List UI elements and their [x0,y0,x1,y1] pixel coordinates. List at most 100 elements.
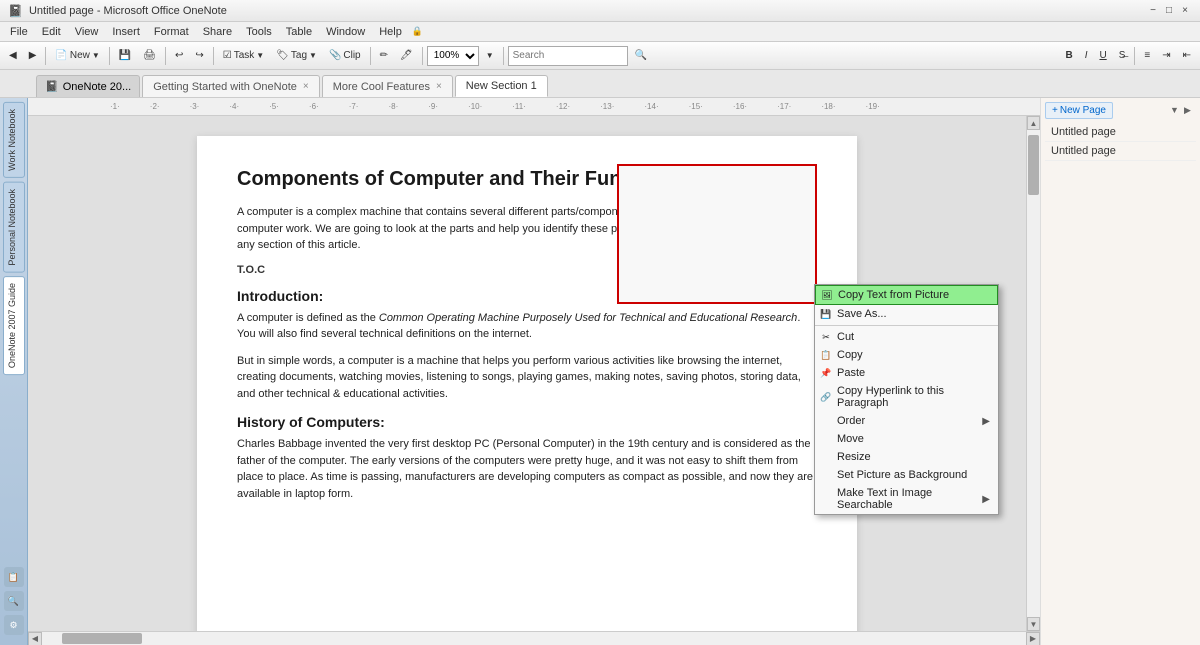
sidebar-icon-1[interactable]: 📋 [4,567,24,587]
ctx-make-searchable[interactable]: Make Text in Image Searchable ▶ [815,484,998,514]
page-item-1[interactable]: Untitled page [1045,123,1196,142]
back-button[interactable]: ◀ [4,47,22,64]
new-page-button[interactable]: + New Page [1045,102,1113,119]
ctx-order[interactable]: Order ▶ [815,412,998,430]
scroll-up-button[interactable]: ▲ [1027,116,1040,130]
ctx-cut-label: Cut [837,331,854,343]
title-bar: 📓 Untitled page - Microsoft Office OneNo… [0,0,1200,22]
scroll-track-v[interactable] [1027,130,1040,617]
print-button[interactable]: 🖨 [138,47,161,64]
ctx-copy[interactable]: 📋 Copy [815,346,998,364]
menu-table[interactable]: Table [280,24,318,40]
align-left-button[interactable]: ≡ [1139,47,1155,64]
strikethrough-button[interactable]: S̶ [1114,47,1131,64]
notebook-button[interactable]: 📓 OneNote 20... [36,75,140,97]
page-canvas: Components of Computer and Their Functio… [28,116,1026,631]
scroll-left-button[interactable]: ◀ [28,632,42,645]
tab-new-section[interactable]: New Section 1 [455,75,548,97]
font-italic-button[interactable]: I [1080,47,1093,64]
tab-bar: 📓 OneNote 20... Getting Started with One… [0,70,1200,98]
panel-expand-button[interactable]: ▶ [1184,105,1196,117]
menu-view[interactable]: View [69,24,105,40]
toolbar-sep-6 [422,47,423,65]
ctx-save-as[interactable]: 💾 Save As... [815,305,998,323]
save-button[interactable]: 💾 [114,47,136,64]
toolbar-sep-8 [1134,47,1135,65]
scroll-right-button[interactable]: ▶ [1026,632,1040,645]
ctx-copy-hyperlink[interactable]: 🔗 Copy Hyperlink to this Paragraph [815,382,998,412]
tab-close-getting-started[interactable]: × [303,81,309,92]
ctx-move[interactable]: Move [815,430,998,448]
menu-file[interactable]: File [4,24,34,40]
close-button[interactable]: × [1178,4,1192,18]
undo-button[interactable]: ↩ [170,47,188,64]
ctx-cut[interactable]: ✂ Cut [815,328,998,346]
font-underline-button[interactable]: U [1094,47,1111,64]
page-area: Components of Computer and Their Functio… [28,116,1040,631]
tag-dropdown: ▼ [309,51,317,60]
zoom-select[interactable]: 100% 75% 150% [427,46,479,66]
tab-getting-started[interactable]: Getting Started with OneNote × [142,75,320,97]
indent-button[interactable]: ⇥ [1157,47,1175,64]
intro-text-italic: Common Operating Machine Purposely Used … [379,312,797,324]
notebook-work[interactable]: Work Notebook [3,102,25,178]
menu-window[interactable]: Window [320,24,371,40]
ctx-copy-text[interactable]: 🖼 Copy Text from Picture [815,285,998,305]
menu-insert[interactable]: Insert [106,24,146,40]
vertical-scrollbar[interactable]: ▲ ▼ [1026,116,1040,631]
menu-tools[interactable]: Tools [240,24,278,40]
maximize-button[interactable]: □ [1162,4,1176,18]
scroll-track-h[interactable] [42,632,1026,645]
horizontal-scrollbar[interactable]: ◀ ▶ [28,631,1040,645]
scroll-thumb-v[interactable] [1028,135,1039,195]
tag-button[interactable]: 🏷 Tag ▼ [271,47,322,64]
page-item-label-1: Untitled page [1051,126,1116,138]
sidebar-icon-2[interactable]: 🔍 [4,591,24,611]
new-page-label: New Page [1060,105,1106,116]
new-button[interactable]: 📄 New ▼ [50,47,104,64]
redo-button[interactable]: ↪ [190,47,208,64]
task-button[interactable]: ☑ Task ▼ [218,47,269,64]
page-item-2[interactable]: Untitled page [1045,142,1196,161]
clip-icon: 📎 [329,50,341,61]
document-page: Components of Computer and Their Functio… [197,136,857,631]
menu-bar: File Edit View Insert Format Share Tools… [0,22,1200,42]
ctx-hyperlink-label: Copy Hyperlink to this Paragraph [837,385,990,409]
panel-collapse-button[interactable]: ▼ [1170,105,1182,117]
ctx-resize[interactable]: Resize [815,448,998,466]
zoom-dropdown[interactable]: ▼ [481,48,499,63]
ctx-order-arrow: ▶ [982,416,990,427]
font-bold-button[interactable]: B [1060,47,1077,64]
panel-controls: ▼ ▶ [1170,105,1196,117]
ctx-searchable-label: Make Text in Image Searchable [837,487,982,511]
right-panel-header: + New Page ▼ ▶ [1045,102,1196,119]
notebook-personal[interactable]: Personal Notebook [3,182,25,273]
ctx-copy-text-icon: 🖼 [820,288,834,302]
pen-button[interactable]: ✏ [375,47,393,64]
forward-button[interactable]: ▶ [24,47,42,64]
content-area: ·1· ·2· ·3· ·4· ·5· ·6· ·7· ·8· ·9· ·10·… [28,98,1040,645]
sidebar-icon-3[interactable]: ⚙ [4,615,24,635]
outdent-button[interactable]: ⇤ [1178,47,1196,64]
image-placeholder[interactable] [617,164,817,304]
ctx-copy-text-label: Copy Text from Picture [838,289,949,301]
toolbar: ◀ ▶ 📄 New ▼ 💾 🖨 ↩ ↪ ☑ Task ▼ 🏷 Tag ▼ 📎 C… [0,42,1200,70]
menu-format[interactable]: Format [148,24,195,40]
minimize-button[interactable]: − [1146,4,1160,18]
main-layout: Work Notebook Personal Notebook OneNote … [0,98,1200,645]
highlight-button[interactable]: 🖊 [395,47,418,64]
ctx-background-label: Set Picture as Background [837,469,967,481]
menu-share[interactable]: Share [197,24,238,40]
scroll-down-button[interactable]: ▼ [1027,617,1040,631]
search-input[interactable] [508,46,628,66]
scroll-thumb-h[interactable] [62,633,142,644]
notebook-guide[interactable]: OneNote 2007 Guide [3,276,25,375]
ctx-set-background[interactable]: Set Picture as Background [815,466,998,484]
tab-close-cool-features[interactable]: × [436,81,442,92]
ctx-paste[interactable]: 📌 Paste [815,364,998,382]
menu-edit[interactable]: Edit [36,24,67,40]
menu-help[interactable]: Help [373,24,408,40]
search-submit-button[interactable]: 🔍 [630,47,652,64]
tab-cool-features[interactable]: More Cool Features × [322,75,453,97]
clip-button[interactable]: 📎 Clip [324,47,366,64]
